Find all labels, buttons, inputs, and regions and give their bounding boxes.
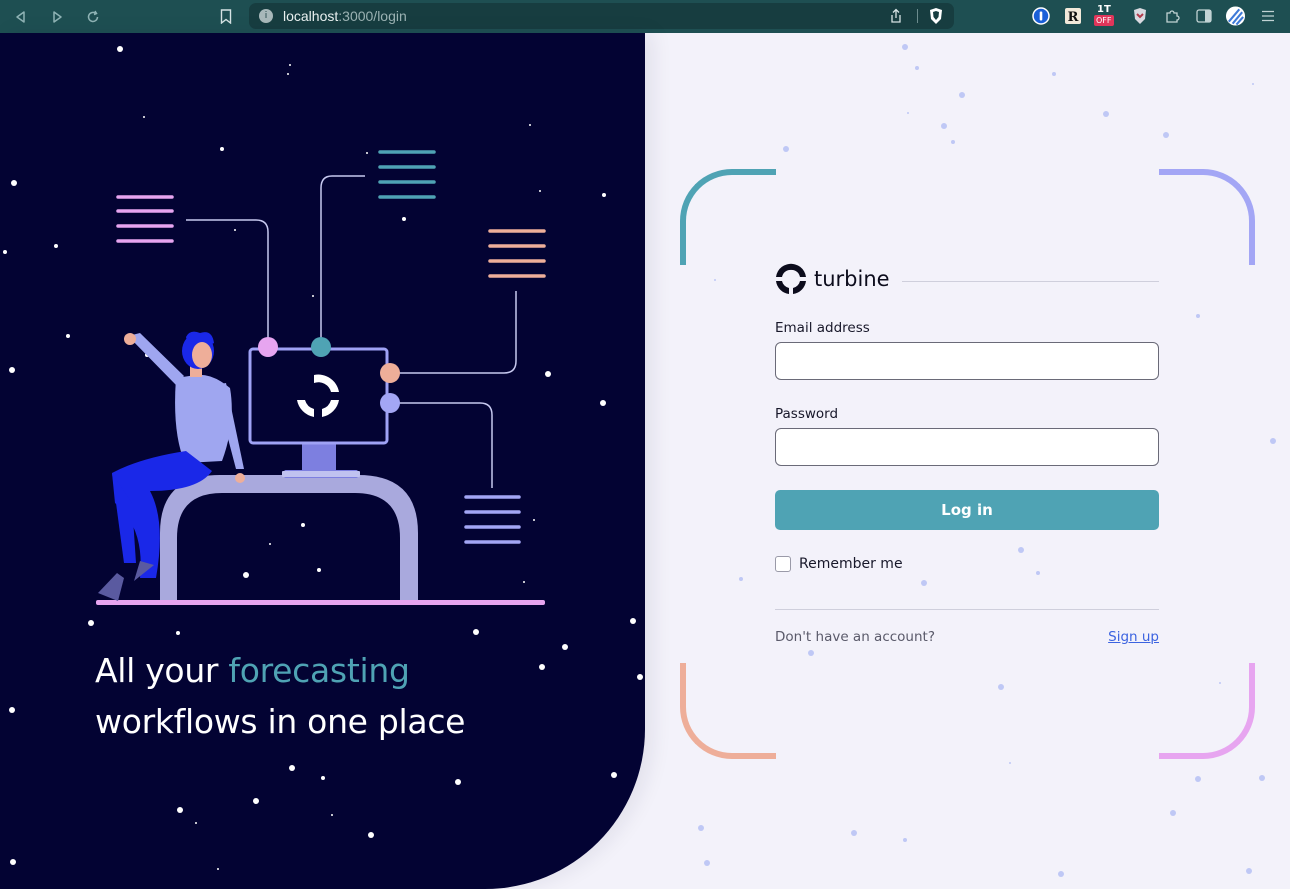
login-panel: turbine Email address Password Log in Re… bbox=[645, 33, 1290, 889]
1t-off-icon[interactable]: 1T OFF bbox=[1094, 4, 1118, 26]
site-info-icon[interactable]: i bbox=[259, 9, 273, 23]
url-text: localhost:3000/login bbox=[283, 8, 407, 24]
password-input[interactable] bbox=[775, 428, 1159, 466]
login-button[interactable]: Log in bbox=[775, 490, 1159, 530]
reload-icon[interactable] bbox=[82, 6, 104, 28]
headline-text-line2: workflows in one place bbox=[95, 702, 466, 741]
profile-icon[interactable] bbox=[1225, 5, 1246, 26]
1password-icon[interactable] bbox=[1030, 5, 1051, 26]
address-bar[interactable]: i localhost:3000/login bbox=[249, 3, 954, 29]
desk bbox=[160, 475, 418, 601]
sidebar-icon[interactable] bbox=[1193, 5, 1214, 26]
email-label: Email address bbox=[775, 320, 870, 336]
email-input[interactable] bbox=[775, 342, 1159, 380]
list-icon-teal bbox=[378, 150, 436, 199]
brave-shields-icon[interactable] bbox=[928, 7, 944, 25]
remember-me-label[interactable]: Remember me bbox=[799, 556, 903, 572]
frame-corner-top-left bbox=[680, 169, 776, 265]
list-icon-pink bbox=[116, 195, 174, 243]
brand-name: turbine bbox=[814, 267, 890, 291]
headline-accent: forecasting bbox=[228, 651, 410, 690]
browser-toolbar: i localhost:3000/login R 1T OFF bbox=[0, 0, 1290, 33]
puzzle-icon[interactable] bbox=[1161, 5, 1182, 26]
remember-me-checkbox[interactable] bbox=[775, 556, 791, 572]
login-form: turbine Email address Password Log in Re… bbox=[775, 261, 1159, 645]
menu-icon[interactable] bbox=[1257, 5, 1278, 26]
bookmark-icon[interactable] bbox=[214, 5, 238, 27]
form-divider bbox=[775, 609, 1159, 610]
hero-headline: All your forecasting workflows in one pl… bbox=[95, 645, 465, 747]
ext-off-badge: OFF bbox=[1094, 15, 1114, 26]
readwise-icon[interactable]: R bbox=[1062, 5, 1083, 26]
signup-link[interactable]: Sign up bbox=[1108, 629, 1159, 645]
svg-text:R: R bbox=[1067, 10, 1078, 25]
list-icon-peach bbox=[488, 229, 546, 278]
extension-bar: R 1T OFF bbox=[1030, 4, 1278, 26]
browser-nav bbox=[10, 6, 104, 28]
shield-ext-icon[interactable] bbox=[1129, 5, 1150, 26]
list-icon-lavender bbox=[464, 495, 521, 544]
url-path: :3000/login bbox=[338, 8, 407, 24]
brand-header: turbine bbox=[775, 261, 1159, 297]
headline-text: All your bbox=[95, 651, 229, 690]
brand-divider bbox=[901, 280, 1159, 282]
signup-prompt: Don't have an account? bbox=[775, 629, 935, 645]
hero-panel: All your forecasting workflows in one pl… bbox=[0, 33, 645, 889]
signup-row: Don't have an account? Sign up bbox=[775, 629, 1159, 645]
forward-icon[interactable] bbox=[46, 6, 68, 28]
remember-me-row: Remember me bbox=[775, 556, 1159, 572]
urlbar-separator bbox=[917, 9, 918, 23]
monitor bbox=[248, 347, 389, 445]
url-host: localhost bbox=[283, 8, 339, 24]
back-icon[interactable] bbox=[10, 6, 32, 28]
hero-illustration bbox=[96, 150, 546, 605]
turbine-logo-icon bbox=[776, 263, 806, 294]
ext-1t-label: 1T bbox=[1097, 4, 1111, 15]
share-icon[interactable] bbox=[888, 8, 904, 24]
password-label: Password bbox=[775, 406, 839, 422]
